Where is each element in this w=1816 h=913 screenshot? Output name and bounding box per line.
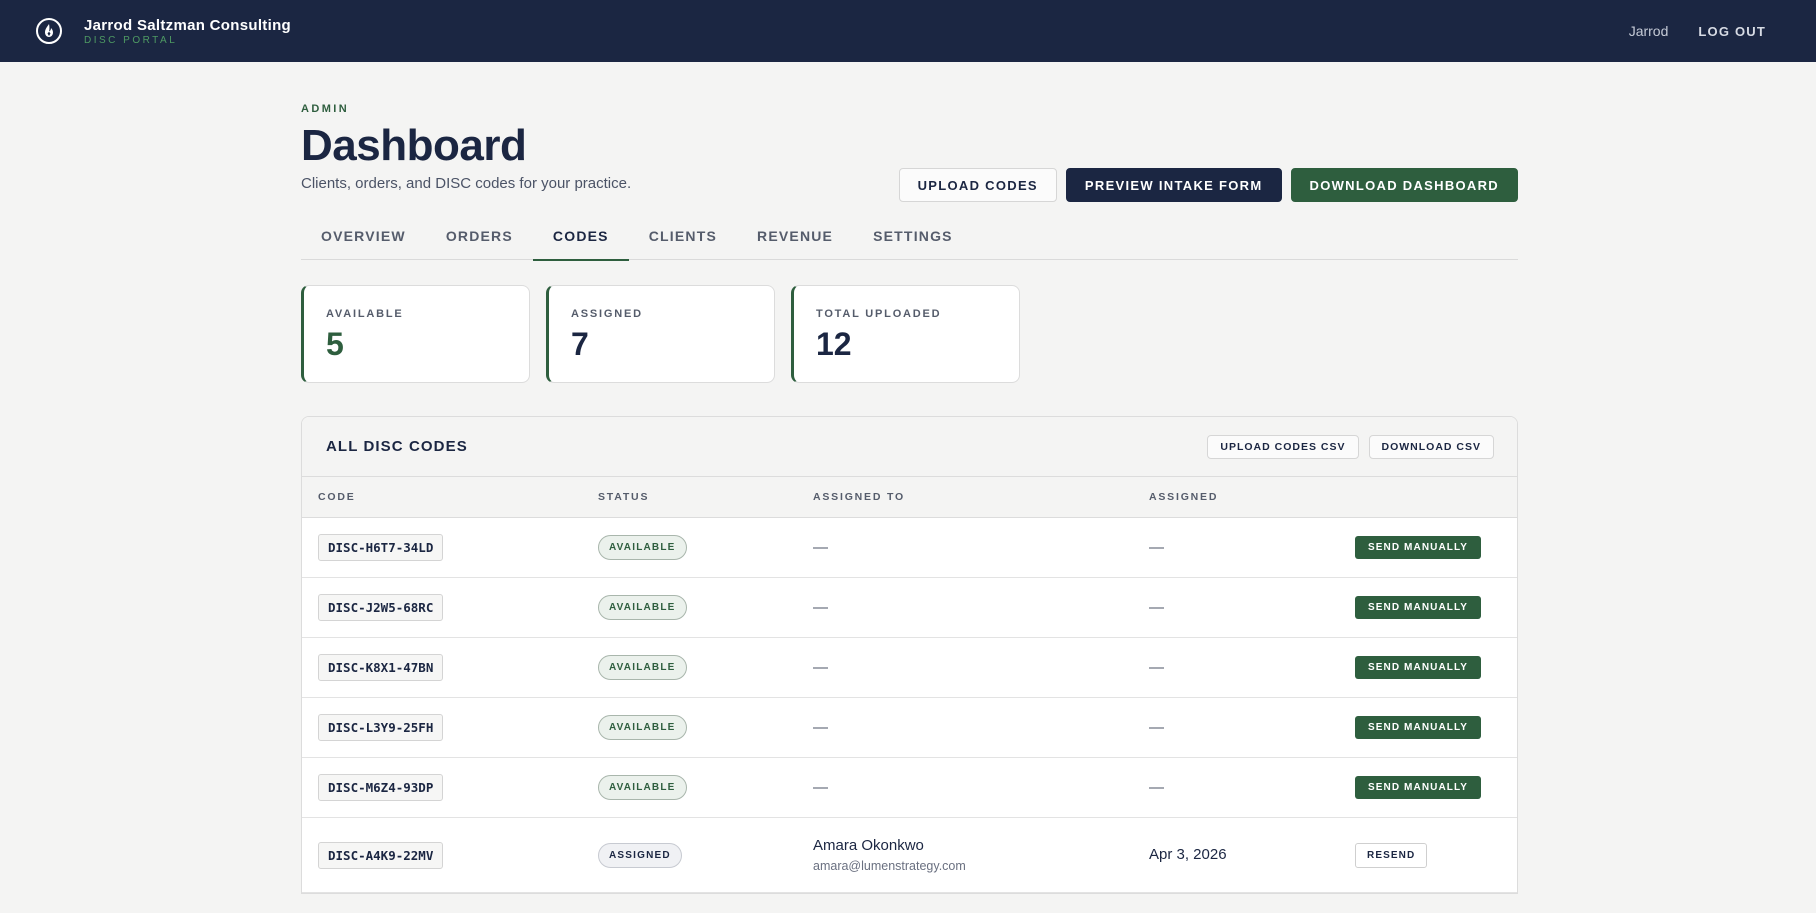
column-header-assigned-to[interactable]: ASSIGNED TO bbox=[813, 491, 1149, 503]
stat-label: TOTAL UPLOADED bbox=[816, 308, 942, 320]
download-dashboard-button[interactable]: DOWNLOAD DASHBOARD bbox=[1290, 168, 1518, 202]
assignee-empty: — bbox=[813, 778, 828, 796]
stat-card-total-uploaded: TOTAL UPLOADED 12 bbox=[791, 285, 1020, 383]
assignee-email: amara@lumenstrategy.com bbox=[813, 859, 966, 873]
assigned-date: — bbox=[1149, 538, 1164, 556]
page-title: Dashboard bbox=[301, 121, 527, 170]
code-value: DISC-L3Y9-25FH bbox=[318, 714, 444, 741]
stat-label: ASSIGNED bbox=[571, 308, 643, 320]
assigned-date: — bbox=[1149, 778, 1164, 796]
send-manually-button[interactable]: SEND MANUALLY bbox=[1355, 776, 1482, 799]
resend-button[interactable]: RESEND bbox=[1355, 842, 1428, 868]
tab-overview[interactable]: OVERVIEW bbox=[301, 228, 426, 260]
code-value: DISC-A4K9-22MV bbox=[318, 841, 444, 869]
upload-codes-csv-button[interactable]: UPLOAD CODES CSV bbox=[1207, 434, 1359, 459]
status-badge: AVAILABLE bbox=[598, 775, 687, 800]
table-row: DISC-L3Y9-25FH AVAILABLE — — SEND MANUAL… bbox=[302, 698, 1517, 758]
tab-orders[interactable]: ORDERS bbox=[426, 228, 533, 260]
table-row: DISC-M6Z4-93DP AVAILABLE — — SEND MANUAL… bbox=[302, 758, 1517, 818]
codes-panel: ALL DISC CODES UPLOAD CODES CSV DOWNLOAD… bbox=[301, 416, 1518, 894]
code-value: DISC-M6Z4-93DP bbox=[318, 774, 444, 801]
code-stats: AVAILABLE 5 ASSIGNED 7 TOTAL UPLOADED 12 bbox=[301, 285, 1518, 383]
code-value: DISC-H6T7-34LD bbox=[318, 534, 444, 561]
status-badge: ASSIGNED bbox=[598, 842, 682, 868]
column-header-assigned[interactable]: ASSIGNED bbox=[1149, 491, 1355, 503]
assigned-date: — bbox=[1149, 718, 1164, 736]
send-manually-button[interactable]: SEND MANUALLY bbox=[1355, 656, 1482, 679]
assignee-empty: — bbox=[813, 658, 828, 676]
send-manually-button[interactable]: SEND MANUALLY bbox=[1355, 716, 1482, 739]
code-value: DISC-K8X1-47BN bbox=[318, 654, 444, 681]
assignee-empty: — bbox=[813, 718, 828, 736]
assigned-date: — bbox=[1149, 658, 1164, 676]
column-header-code[interactable]: CODE bbox=[302, 491, 598, 503]
brand[interactable]: Jarrod Saltzman Consulting DISC PORTAL bbox=[36, 17, 291, 46]
assignee-empty: — bbox=[813, 538, 828, 556]
main-content: ADMIN Dashboard Clients, orders, and DIS… bbox=[301, 62, 1518, 894]
table-row: DISC-H6T7-34LD AVAILABLE — — SEND MANUAL… bbox=[302, 518, 1517, 578]
send-manually-button[interactable]: SEND MANUALLY bbox=[1355, 596, 1482, 619]
code-value: DISC-J2W5-68RC bbox=[318, 594, 444, 621]
stat-card-available: AVAILABLE 5 bbox=[301, 285, 530, 383]
stat-card-assigned: ASSIGNED 7 bbox=[546, 285, 775, 383]
current-user[interactable]: Jarrod bbox=[1629, 23, 1669, 39]
assigned-date: — bbox=[1149, 598, 1164, 616]
table-row: DISC-K8X1-47BN AVAILABLE — — SEND MANUAL… bbox=[302, 638, 1517, 698]
table-header: CODE STATUS ASSIGNED TO ASSIGNED bbox=[302, 477, 1517, 518]
stat-value: 7 bbox=[571, 326, 589, 362]
top-navbar: Jarrod Saltzman Consulting DISC PORTAL J… bbox=[0, 0, 1816, 62]
send-manually-button[interactable]: SEND MANUALLY bbox=[1355, 536, 1482, 559]
upload-codes-button[interactable]: UPLOAD CODES bbox=[898, 168, 1057, 202]
codes-panel-header: ALL DISC CODES UPLOAD CODES CSV DOWNLOAD… bbox=[302, 417, 1517, 477]
flame-logo-icon bbox=[36, 18, 62, 44]
tab-codes[interactable]: CODES bbox=[532, 228, 629, 261]
preview-intake-form-button[interactable]: PREVIEW INTAKE FORM bbox=[1065, 168, 1282, 202]
download-csv-button[interactable]: DOWNLOAD CSV bbox=[1368, 434, 1494, 459]
codes-panel-title: ALL DISC CODES bbox=[326, 438, 468, 455]
brand-subtitle: DISC PORTAL bbox=[84, 34, 178, 46]
tab-revenue[interactable]: REVENUE bbox=[737, 228, 853, 260]
stat-value: 12 bbox=[816, 326, 852, 362]
brand-name: Jarrod Saltzman Consulting bbox=[84, 16, 291, 34]
assignee-empty: — bbox=[813, 598, 828, 616]
status-badge: AVAILABLE bbox=[598, 535, 687, 560]
section-eyebrow: ADMIN bbox=[301, 103, 350, 115]
table-row: DISC-J2W5-68RC AVAILABLE — — SEND MANUAL… bbox=[302, 578, 1517, 638]
stat-label: AVAILABLE bbox=[326, 308, 404, 320]
assigned-date: Apr 3, 2026 bbox=[1149, 846, 1227, 863]
tab-settings[interactable]: SETTINGS bbox=[853, 228, 973, 260]
table-row: DISC-A4K9-22MV ASSIGNED Amara Okonkwo am… bbox=[302, 818, 1517, 893]
stat-value: 5 bbox=[326, 326, 344, 362]
logout-button[interactable]: LOG OUT bbox=[1698, 24, 1766, 39]
status-badge: AVAILABLE bbox=[598, 595, 687, 620]
header-actions: UPLOAD CODES PREVIEW INTAKE FORM DOWNLOA… bbox=[898, 168, 1518, 202]
status-badge: AVAILABLE bbox=[598, 655, 687, 680]
assignee-name: Amara Okonkwo bbox=[813, 837, 924, 854]
tab-clients[interactable]: CLIENTS bbox=[629, 228, 737, 260]
dashboard-tabs: OVERVIEW ORDERS CODES CLIENTS REVENUE SE… bbox=[301, 228, 1518, 261]
column-header-status[interactable]: STATUS bbox=[598, 491, 813, 503]
status-badge: AVAILABLE bbox=[598, 715, 687, 740]
